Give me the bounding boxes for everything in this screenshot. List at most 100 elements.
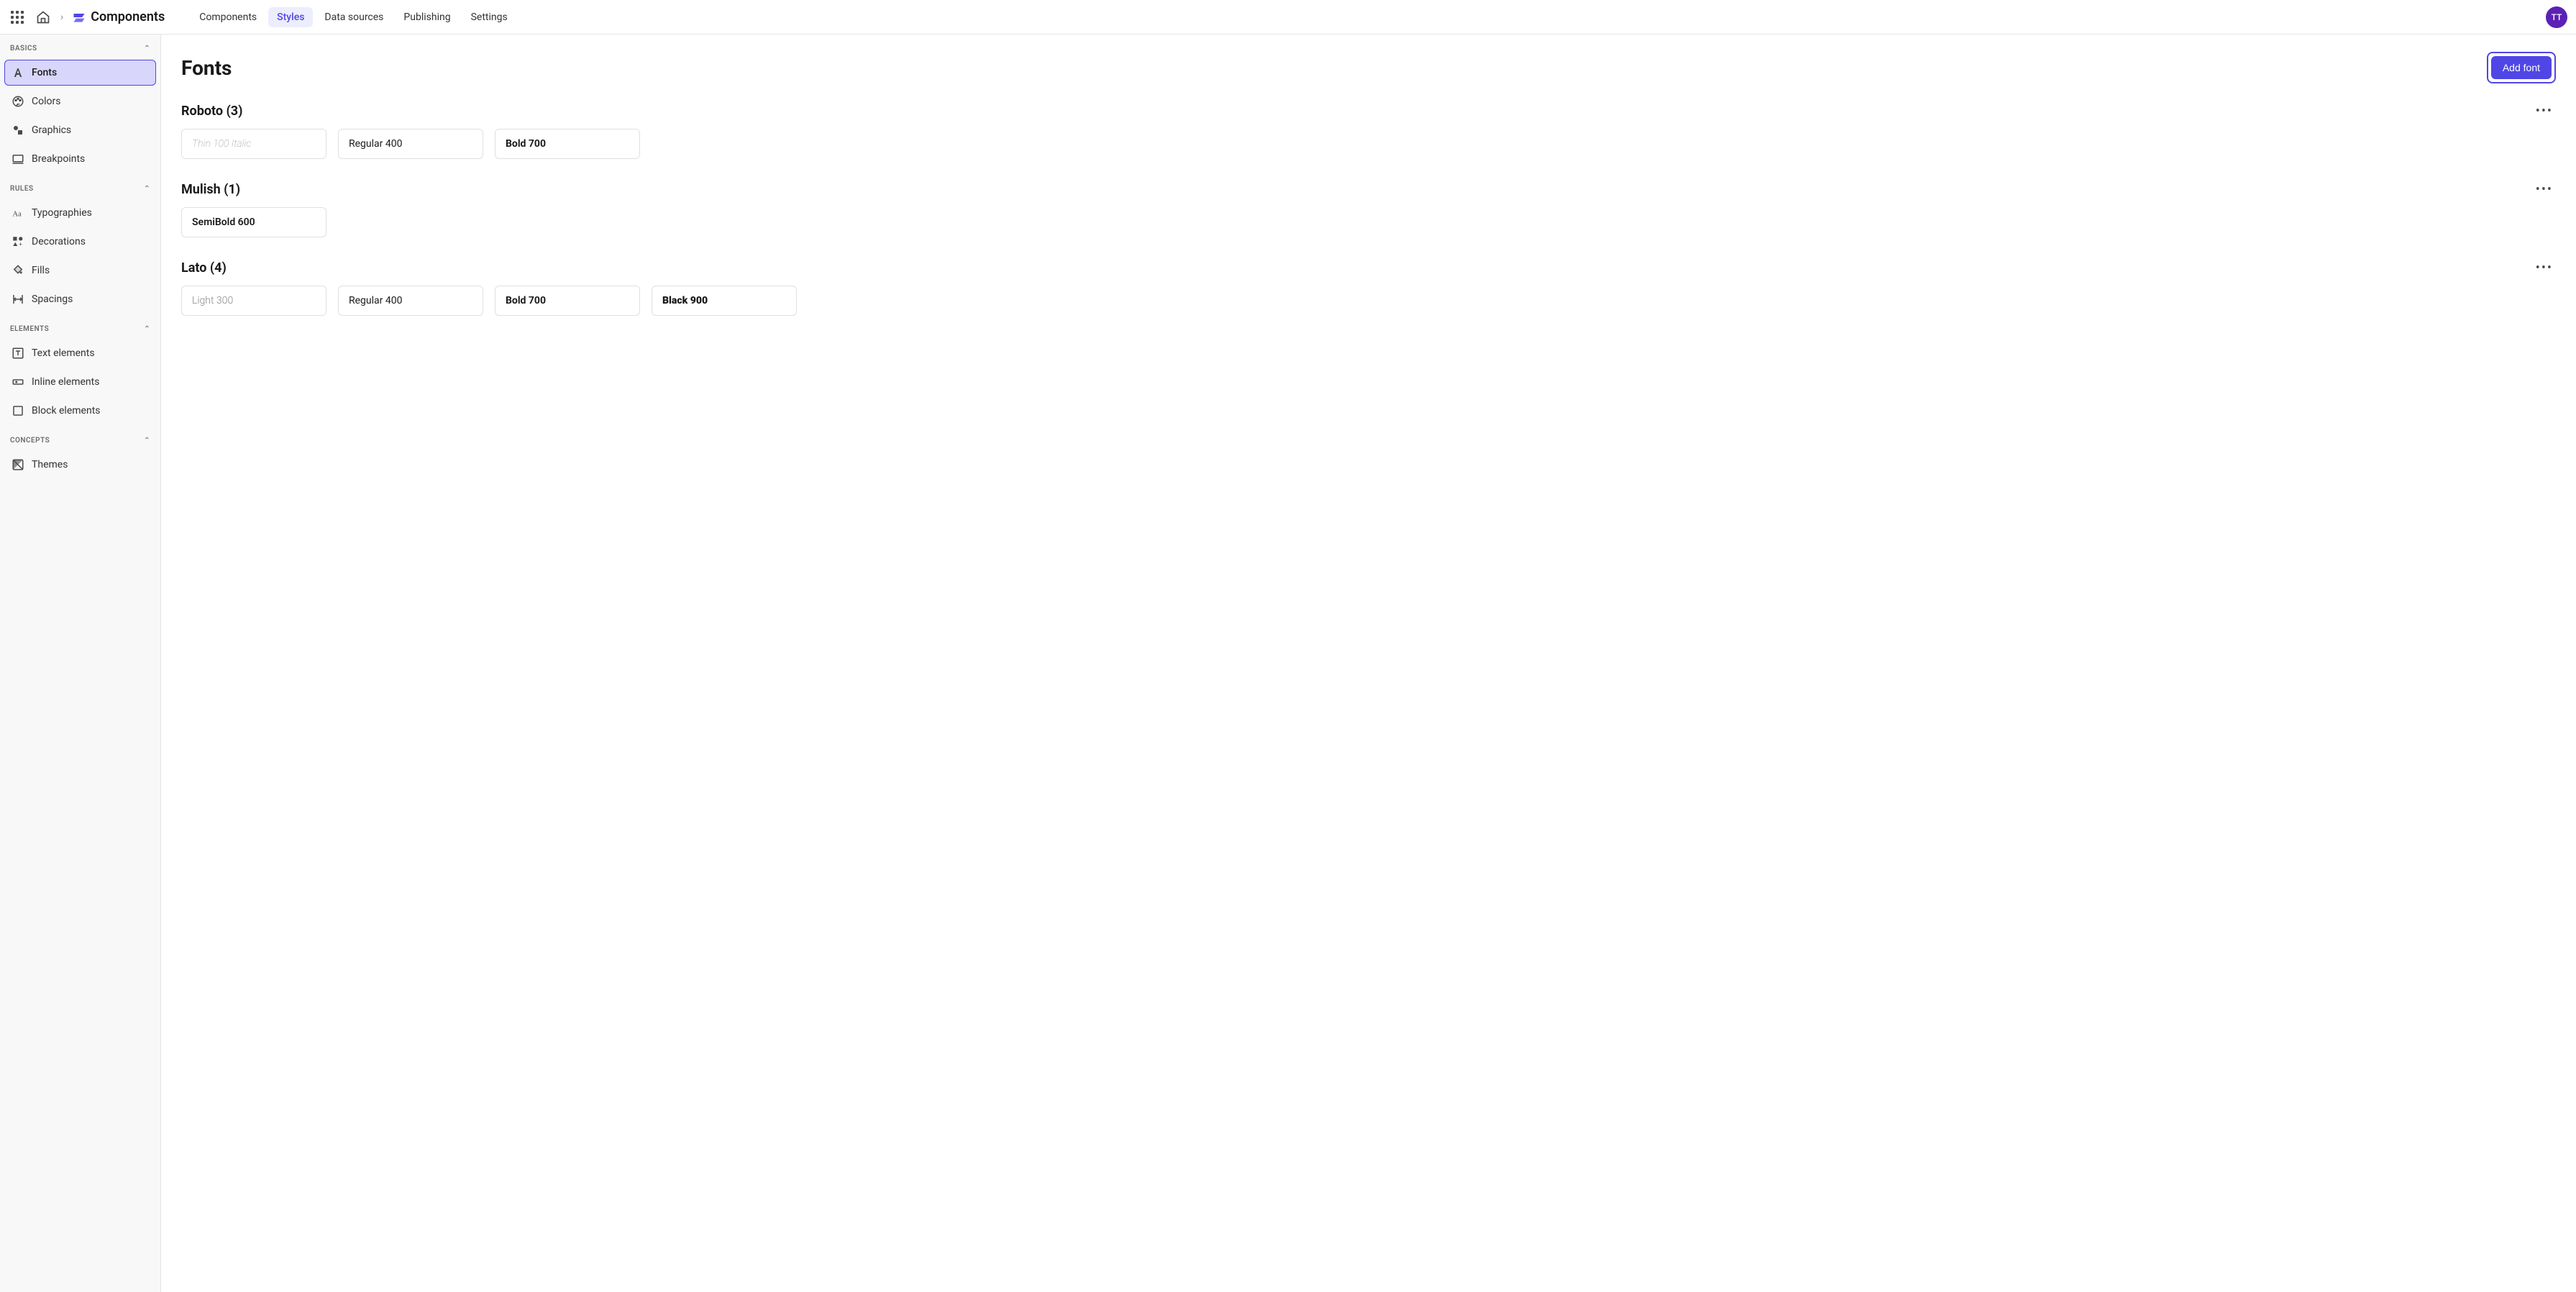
brand-label: Components	[91, 9, 165, 24]
more-horizontal-icon: •••	[2536, 104, 2553, 119]
inline-element-icon	[12, 376, 24, 388]
chevron-up-icon: ⌃	[144, 325, 150, 333]
text-element-icon	[12, 347, 24, 360]
brand[interactable]: Components	[72, 9, 165, 24]
sidebar-item-decorations[interactable]: + Decorations	[4, 229, 156, 255]
header-tabs: ComponentsStylesData sourcesPublishingSe…	[191, 7, 516, 27]
sidebar-item-inline-elements[interactable]: Inline elements	[4, 369, 156, 395]
header: › Components ComponentsStylesData source…	[0, 0, 2576, 35]
block-element-icon	[12, 404, 24, 417]
sidebar-item-label: Colors	[32, 96, 60, 107]
sidebar-item-label: Block elements	[32, 405, 101, 417]
avatar[interactable]: TT	[2546, 6, 2567, 28]
section-title: Elements	[10, 325, 49, 333]
more-options-button[interactable]: •••	[2533, 104, 2556, 119]
sidebar-item-fonts[interactable]: Fonts	[4, 60, 156, 86]
font-variant-card[interactable]: Bold 700	[495, 129, 640, 159]
font-variant-card[interactable]: Black 900	[652, 286, 797, 316]
section-title: Concepts	[10, 437, 50, 445]
section-header-concepts[interactable]: Concepts ⌃	[0, 427, 160, 449]
main-header: Fonts Add font	[181, 52, 2556, 83]
font-variant-card[interactable]: Regular 400	[338, 129, 483, 159]
font-variant-card[interactable]: Light 300	[181, 286, 326, 316]
font-variants: Light 300 Regular 400 Bold 700 Black 900	[181, 286, 2556, 316]
palette-icon	[12, 95, 24, 108]
font-variants: SemiBold 600	[181, 207, 2556, 237]
font-group-mulish: Mulish (1) ••• SemiBold 600	[181, 182, 2556, 237]
typography-icon: Aa	[12, 206, 24, 219]
font-group-header: Lato (4) •••	[181, 260, 2556, 276]
section-title: Rules	[10, 185, 34, 193]
more-horizontal-icon: •••	[2536, 182, 2553, 197]
tab-data-sources[interactable]: Data sources	[316, 7, 392, 27]
font-groups: Roboto (3) ••• Thin 100 Italic Regular 400 B…	[181, 104, 2556, 316]
chevron-up-icon: ⌃	[144, 45, 150, 53]
font-group-title: Roboto (3)	[181, 104, 242, 119]
header-right: TT	[2546, 6, 2567, 28]
page-title: Fonts	[181, 56, 232, 80]
tab-settings[interactable]: Settings	[462, 7, 516, 27]
chevron-up-icon: ⌃	[144, 185, 150, 193]
home-button[interactable]	[35, 9, 52, 26]
apps-menu-button[interactable]	[9, 9, 26, 26]
home-icon	[36, 10, 50, 24]
sidebar-item-label: Decorations	[32, 236, 86, 247]
sidebar-item-label: Themes	[32, 459, 68, 470]
sidebar-item-block-elements[interactable]: Block elements	[4, 398, 156, 424]
spacing-icon	[12, 293, 24, 306]
font-group-header: Roboto (3) •••	[181, 104, 2556, 119]
add-font-button[interactable]: Add font	[2491, 56, 2552, 79]
sidebar-item-label: Spacings	[32, 294, 73, 305]
apps-grid-icon	[11, 11, 24, 24]
font-group-title: Lato (4)	[181, 260, 227, 276]
graphics-icon	[12, 124, 24, 137]
sidebar-item-breakpoints[interactable]: Breakpoints	[4, 146, 156, 172]
font-group-lato: Lato (4) ••• Light 300 Regular 400 Bold 700 B…	[181, 260, 2556, 316]
sidebar-item-typographies[interactable]: Aa Typographies	[4, 200, 156, 226]
font-variant-card[interactable]: Regular 400	[338, 286, 483, 316]
font-variant-card[interactable]: Thin 100 Italic	[181, 129, 326, 159]
font-variant-card[interactable]: SemiBold 600	[181, 207, 326, 237]
tab-components[interactable]: Components	[191, 7, 265, 27]
section-header-rules[interactable]: Rules ⌃	[0, 175, 160, 197]
sidebar-item-label: Inline elements	[32, 376, 99, 388]
font-variants: Thin 100 Italic Regular 400 Bold 700	[181, 129, 2556, 159]
svg-text:Aa: Aa	[13, 211, 22, 219]
section-header-elements[interactable]: Elements ⌃	[0, 315, 160, 337]
decorations-icon: +	[12, 235, 24, 248]
sidebar-item-label: Breakpoints	[32, 153, 85, 165]
breadcrumb-chevron-icon: ›	[60, 12, 63, 23]
fill-icon	[12, 264, 24, 277]
brand-icon	[72, 10, 86, 24]
more-options-button[interactable]: •••	[2533, 260, 2556, 276]
more-horizontal-icon: •••	[2536, 260, 2553, 276]
more-options-button[interactable]: •••	[2533, 182, 2556, 197]
sidebar-item-graphics[interactable]: Graphics	[4, 117, 156, 143]
sidebar-item-label: Typographies	[32, 207, 92, 219]
sidebar: Basics ⌃ Fonts Colors Graphics Breakpoints Rul…	[0, 35, 161, 1292]
tab-styles[interactable]: Styles	[268, 7, 313, 27]
section-header-basics[interactable]: Basics ⌃	[0, 35, 160, 57]
header-left: › Components ComponentsStylesData source…	[9, 7, 516, 27]
sidebar-item-label: Fonts	[32, 67, 57, 78]
font-group-roboto: Roboto (3) ••• Thin 100 Italic Regular 400 B…	[181, 104, 2556, 159]
body: Basics ⌃ Fonts Colors Graphics Breakpoints Rul…	[0, 35, 2576, 1292]
sidebar-item-label: Text elements	[32, 347, 95, 359]
font-group-title: Mulish (1)	[181, 182, 240, 197]
sidebar-item-fills[interactable]: Fills	[4, 258, 156, 283]
font-group-header: Mulish (1) •••	[181, 182, 2556, 197]
sidebar-item-colors[interactable]: Colors	[4, 88, 156, 114]
tab-publishing[interactable]: Publishing	[395, 7, 459, 27]
section-title: Basics	[10, 45, 37, 53]
sidebar-item-label: Fills	[32, 265, 50, 276]
avatar-initials: TT	[2552, 12, 2562, 22]
device-icon	[12, 153, 24, 165]
add-font-focus-ring: Add font	[2487, 52, 2556, 83]
sidebar-item-themes[interactable]: Themes	[4, 452, 156, 478]
sidebar-item-text-elements[interactable]: Text elements	[4, 340, 156, 366]
chevron-up-icon: ⌃	[144, 437, 150, 445]
sidebar-item-spacings[interactable]: Spacings	[4, 286, 156, 312]
themes-icon	[12, 458, 24, 471]
font-variant-card[interactable]: Bold 700	[495, 286, 640, 316]
svg-text:+: +	[19, 241, 22, 247]
